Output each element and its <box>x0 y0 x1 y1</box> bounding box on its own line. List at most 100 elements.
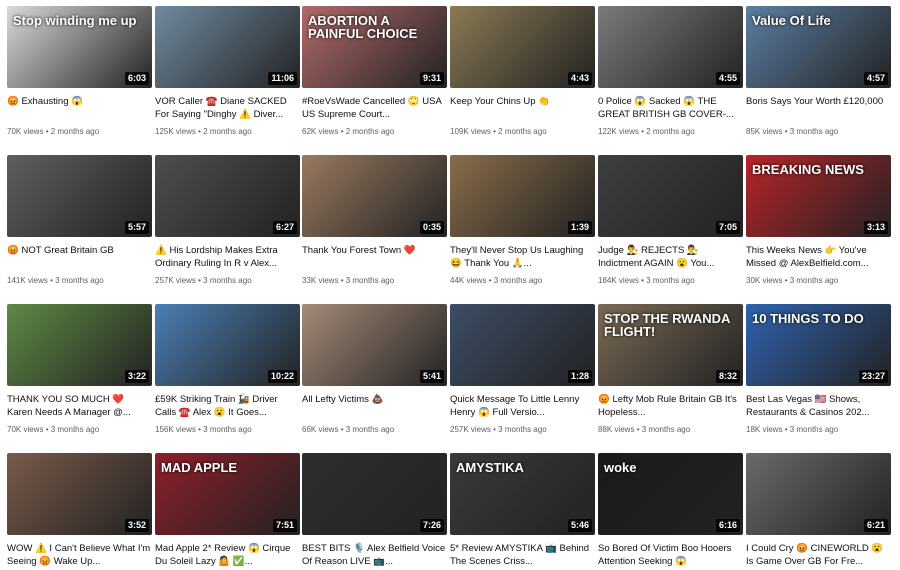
laughing-crowd-thumbnail[interactable]: 1:39 <box>450 155 595 237</box>
video-card[interactable]: 4:43 Keep Your Chins Up 👏 109K views • 2 m… <box>450 6 595 137</box>
video-title[interactable]: Judge 👨‍⚖️ REJECTS 👨‍⚖️ Indictment AGAIN… <box>598 244 743 270</box>
view-count: 62K views <box>302 127 339 136</box>
cineworld-thumbnail[interactable]: 6:21 <box>746 453 891 535</box>
video-card[interactable]: 7:26 BEST BITS 🎙️ Alex Belfield Voice Of … <box>302 453 447 568</box>
video-title[interactable]: Mad Apple 2* Review 😱 Cirque Du Soleil L… <box>155 542 300 568</box>
judge-statue-thumbnail[interactable]: 7:05 <box>598 155 743 237</box>
bearded-man-thumbnail[interactable]: 3:52 <box>7 453 152 535</box>
upload-age: 3 months ago <box>498 425 547 434</box>
video-title[interactable]: 😡 Exhausting 😱 <box>7 95 152 121</box>
thumbnail-overlay-text: STOP THE RWANDA FLIGHT! <box>604 311 730 339</box>
thumbnail-overlay-text: AMYSTIKA <box>456 460 524 475</box>
video-title[interactable]: BEST BITS 🎙️ Alex Belfield Voice Of Reas… <box>302 542 447 568</box>
video-card[interactable]: 10 THINGS TO DO 23:27 Best Las Vegas 🇺🇸 Sh… <box>746 304 891 435</box>
video-card[interactable]: 11:06 VOR Caller ☎️ Diane SACKED For Sayi… <box>155 6 300 137</box>
rwanda-sign-thumbnail[interactable]: STOP THE RWANDA FLIGHT! 8:32 <box>598 304 743 386</box>
video-card[interactable]: woke 6:16 So Bored Of Victim Boo Hooers At… <box>598 453 743 568</box>
video-meta: 156K views • 3 months ago <box>155 424 300 435</box>
boat-migrants-thumbnail[interactable]: 11:06 <box>155 6 300 88</box>
video-card[interactable]: 7:05 Judge 👨‍⚖️ REJECTS 👨‍⚖️ Indictment A… <box>598 155 743 286</box>
breaking-news-thumbnail[interactable]: BREAKING NEWS 3:13 <box>746 155 891 237</box>
video-card[interactable]: AMYSTIKA 5:46 5* Review AMYSTIKA 📺 Behind … <box>450 453 595 568</box>
train-rmt-thumbnail[interactable]: 5:57 <box>7 155 152 237</box>
video-card[interactable]: 6:27 ⚠️ His Lordship Makes Extra Ordinary… <box>155 155 300 286</box>
video-title[interactable]: Quick Message To Little Lenny Henry 😱 Fu… <box>450 393 595 419</box>
upload-age: 3 months ago <box>789 425 839 434</box>
video-title[interactable]: VOR Caller ☎️ Diane SACKED For Saying "D… <box>155 95 300 121</box>
meta-separator: • <box>338 425 346 434</box>
upload-age: 3 months ago <box>345 276 395 285</box>
mugshots-thumbnail[interactable]: 4:55 <box>598 6 743 88</box>
video-title[interactable]: Thank You Forest Town ❤️ <box>302 244 447 270</box>
video-card[interactable]: Value Of Life 4:57 Boris Says Your Worth £… <box>746 6 891 137</box>
video-card[interactable]: Stop winding me up 6:03 😡 Exhausting 😱 70K … <box>7 6 152 137</box>
video-title[interactable]: Boris Says Your Worth £120,000 <box>746 95 891 121</box>
video-card[interactable]: 1:28 Quick Message To Little Lenny Henry … <box>450 304 595 435</box>
video-title[interactable]: Best Las Vegas 🇺🇸 Shows, Restaurants & C… <box>746 393 891 419</box>
puzzle-figures-thumbnail[interactable]: Stop winding me up 6:03 <box>7 6 152 88</box>
video-card[interactable]: 6:21 I Could Cry 😡 CINEWORLD 😮 Is Game Ov… <box>746 453 891 568</box>
park-selfie-thumbnail[interactable]: 3:22 <box>7 304 152 386</box>
upload-age: 3 months ago <box>50 425 100 434</box>
children-dog-thumbnail[interactable]: 4:43 <box>450 6 595 88</box>
video-title[interactable]: 5* Review AMYSTIKA 📺 Behind The Scenes C… <box>450 542 595 568</box>
video-title[interactable]: 😡 NOT Great Britain GB <box>7 244 152 270</box>
duration-badge: 5:46 <box>567 519 592 532</box>
video-card[interactable]: 3:52 WOW ⚠️ I Can't Believe What I'm Seei… <box>7 453 152 568</box>
mad-apple-thumbnail[interactable]: MAD APPLE 7:51 <box>155 453 300 535</box>
portrait-thumbnail[interactable]: 5:41 <box>302 304 447 386</box>
lordship-thumbnail[interactable]: 6:27 <box>155 155 300 237</box>
video-title[interactable]: This Weeks News 👉 You've Missed @ AlexBe… <box>746 244 891 270</box>
train-driver-thumbnail[interactable]: 10:22 <box>155 304 300 386</box>
video-meta: 184K views • 3 months ago <box>598 275 743 286</box>
view-count: 88K views <box>598 425 635 434</box>
video-card[interactable]: 1:39 They'll Never Stop Us Laughing 😆 Tha… <box>450 155 595 286</box>
video-meta: 44K views • 3 months ago <box>450 275 595 286</box>
video-title[interactable]: WOW ⚠️ I Can't Believe What I'm Seeing 😡… <box>7 542 152 568</box>
video-title[interactable]: Keep Your Chins Up 👏 <box>450 95 595 121</box>
video-title[interactable]: 0 Police 😱 Sacked 😱 THE GREAT BRITISH GB… <box>598 95 743 121</box>
best-bits-thumbnail[interactable]: 7:26 <box>302 453 447 535</box>
value-of-life-thumbnail[interactable]: Value Of Life 4:57 <box>746 6 891 88</box>
video-card[interactable]: 4:55 0 Police 😱 Sacked 😱 THE GREAT BRITIS… <box>598 6 743 137</box>
video-title[interactable]: £59K Striking Train 🚂 Driver Calls ☎️ Al… <box>155 393 300 419</box>
video-card[interactable]: STOP THE RWANDA FLIGHT! 8:32 😡 Lefty Mob R… <box>598 304 743 435</box>
woke-thumbnail[interactable]: woke 6:16 <box>598 453 743 535</box>
view-count: 156K views <box>155 425 196 434</box>
thumbnail-overlay-text: MAD APPLE <box>161 460 238 475</box>
video-title[interactable]: I Could Cry 😡 CINEWORLD 😮 Is Game Over G… <box>746 542 891 568</box>
video-title[interactable]: All Lefty Victims 💩 <box>302 393 447 419</box>
view-count: 125K views <box>155 127 196 136</box>
duration-badge: 5:57 <box>124 221 149 234</box>
upload-age: 3 months ago <box>641 425 691 434</box>
video-card[interactable]: 3:22 THANK YOU SO MUCH ❤️ Karen Needs A M… <box>7 304 152 435</box>
lenny-henry-thumbnail[interactable]: 1:28 <box>450 304 595 386</box>
meta-separator: • <box>338 276 346 285</box>
video-title[interactable]: #RoeVsWade Cancelled 🙄 USA US Supreme Co… <box>302 95 447 121</box>
duration-badge: 4:55 <box>715 72 740 85</box>
video-card[interactable]: 10:22 £59K Striking Train 🚂 Driver Calls … <box>155 304 300 435</box>
video-title[interactable]: ⚠️ His Lordship Makes Extra Ordinary Rul… <box>155 244 300 270</box>
duration-badge: 5:41 <box>419 370 444 383</box>
las-vegas-thumbnail[interactable]: 10 THINGS TO DO 23:27 <box>746 304 891 386</box>
upload-age: 2 months ago <box>646 127 695 136</box>
video-card[interactable]: MAD APPLE 7:51 Mad Apple 2* Review 😱 Cirqu… <box>155 453 300 568</box>
video-card[interactable]: BREAKING NEWS 3:13 This Weeks News 👉 You'v… <box>746 155 891 286</box>
forest-town-thumbnail[interactable]: 0:35 <box>302 155 447 237</box>
amystika-thumbnail[interactable]: AMYSTIKA 5:46 <box>450 453 595 535</box>
video-title[interactable]: So Bored Of Victim Boo Hooers Attention … <box>598 542 743 568</box>
video-title[interactable]: THANK YOU SO MUCH ❤️ Karen Needs A Manag… <box>7 393 152 419</box>
video-meta: 62K views • 2 months ago <box>302 126 447 137</box>
thumbnail-overlay-text: BREAKING NEWS <box>752 162 864 177</box>
video-title[interactable]: 😡 Lefty Mob Rule Britain GB It's Hopeles… <box>598 393 743 419</box>
video-card[interactable]: ABORTION A PAINFUL CHOICE 9:31 #RoeVsWade … <box>302 6 447 137</box>
video-title[interactable]: They'll Never Stop Us Laughing 😆 Thank Y… <box>450 244 595 270</box>
video-card[interactable]: 5:57 😡 NOT Great Britain GB 141K views • 3… <box>7 155 152 286</box>
video-meta: 125K views • 2 months ago <box>155 126 300 137</box>
thumbnail-overlay-text: Value Of Life <box>752 13 831 28</box>
video-card[interactable]: 0:35 Thank You Forest Town ❤️ 33K views • … <box>302 155 447 286</box>
protest-sign-thumbnail[interactable]: ABORTION A PAINFUL CHOICE 9:31 <box>302 6 447 88</box>
video-card[interactable]: 5:41 All Lefty Victims 💩 66K views • 3 mon… <box>302 304 447 435</box>
duration-badge: 9:31 <box>419 72 444 85</box>
video-meta: 66K views • 3 months ago <box>302 424 447 435</box>
